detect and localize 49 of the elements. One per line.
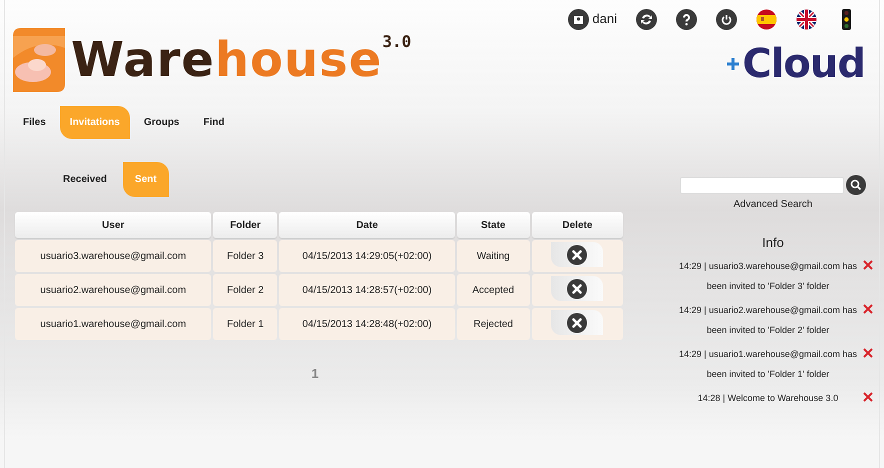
table-cell: Folder 3	[213, 240, 278, 272]
close-icon[interactable]	[863, 304, 873, 314]
tab[interactable]: Find	[193, 106, 234, 139]
delete-button[interactable]	[551, 276, 604, 302]
tab[interactable]: Files	[13, 106, 56, 139]
column-header: Date	[279, 212, 455, 238]
table-cell: 04/15/2013 14:28:48(+02:00)	[279, 308, 455, 340]
sync-icon[interactable]	[636, 8, 657, 30]
table-cell: 04/15/2013 14:28:57(+02:00)	[279, 274, 455, 306]
table-cell: Accepted	[456, 274, 530, 306]
close-icon	[567, 244, 588, 265]
logo-version: 3.0	[382, 31, 412, 53]
close-icon[interactable]	[863, 260, 873, 270]
subtab[interactable]: Received	[51, 162, 119, 197]
info-message: 14:28 | Welcome to Warehouse 3.0	[696, 392, 840, 405]
tab[interactable]: Groups	[134, 106, 190, 139]
table-cell: Folder 2	[213, 274, 278, 306]
info-message: 14:29 | usuario1.warehouse@gmail.com has been invited to 'Folder 1' folder	[678, 348, 858, 381]
column-header: Delete	[532, 212, 623, 238]
close-icon[interactable]	[863, 392, 873, 402]
table-cell: usuario1.warehouse@gmail.com	[15, 308, 212, 340]
close-icon	[567, 312, 588, 333]
table-cell: usuario3.warehouse@gmail.com	[15, 240, 212, 272]
power-icon[interactable]	[716, 8, 737, 30]
delete-button[interactable]	[551, 310, 604, 336]
table-cell: Rejected	[456, 308, 530, 340]
column-header: State	[456, 212, 530, 238]
help-icon[interactable]	[676, 8, 697, 30]
table-cell: 04/15/2013 14:29:05(+02:00)	[279, 240, 455, 272]
info-message: 14:29 | usuario2.warehouse@gmail.com has been invited to 'Folder 2' folder	[678, 304, 858, 337]
advanced-search-link[interactable]: Advanced Search	[734, 197, 812, 212]
table-cell: Waiting	[456, 240, 530, 272]
flag-icon[interactable]	[796, 8, 817, 30]
close-icon	[567, 278, 588, 299]
delete-button[interactable]	[551, 242, 604, 268]
info-message: 14:29 | usuario3.warehouse@gmail.com has been invited to 'Folder 3' folder	[678, 260, 858, 293]
column-header: Folder	[213, 212, 278, 238]
close-icon[interactable]	[863, 348, 873, 358]
user-name: dani	[592, 10, 617, 28]
table-cell: usuario2.warehouse@gmail.com	[15, 274, 212, 306]
search-field[interactable]	[680, 176, 844, 194]
table-cell: Folder 1	[213, 308, 278, 340]
cloud-logo-icon	[13, 28, 65, 92]
search-icon[interactable]	[846, 175, 866, 195]
column-header: User	[15, 212, 212, 238]
user-icon[interactable]	[568, 8, 590, 30]
logo-text: Warehouse	[71, 32, 382, 88]
info-title: Info	[761, 234, 785, 252]
cloud-logo-text: Cloud	[742, 42, 865, 86]
